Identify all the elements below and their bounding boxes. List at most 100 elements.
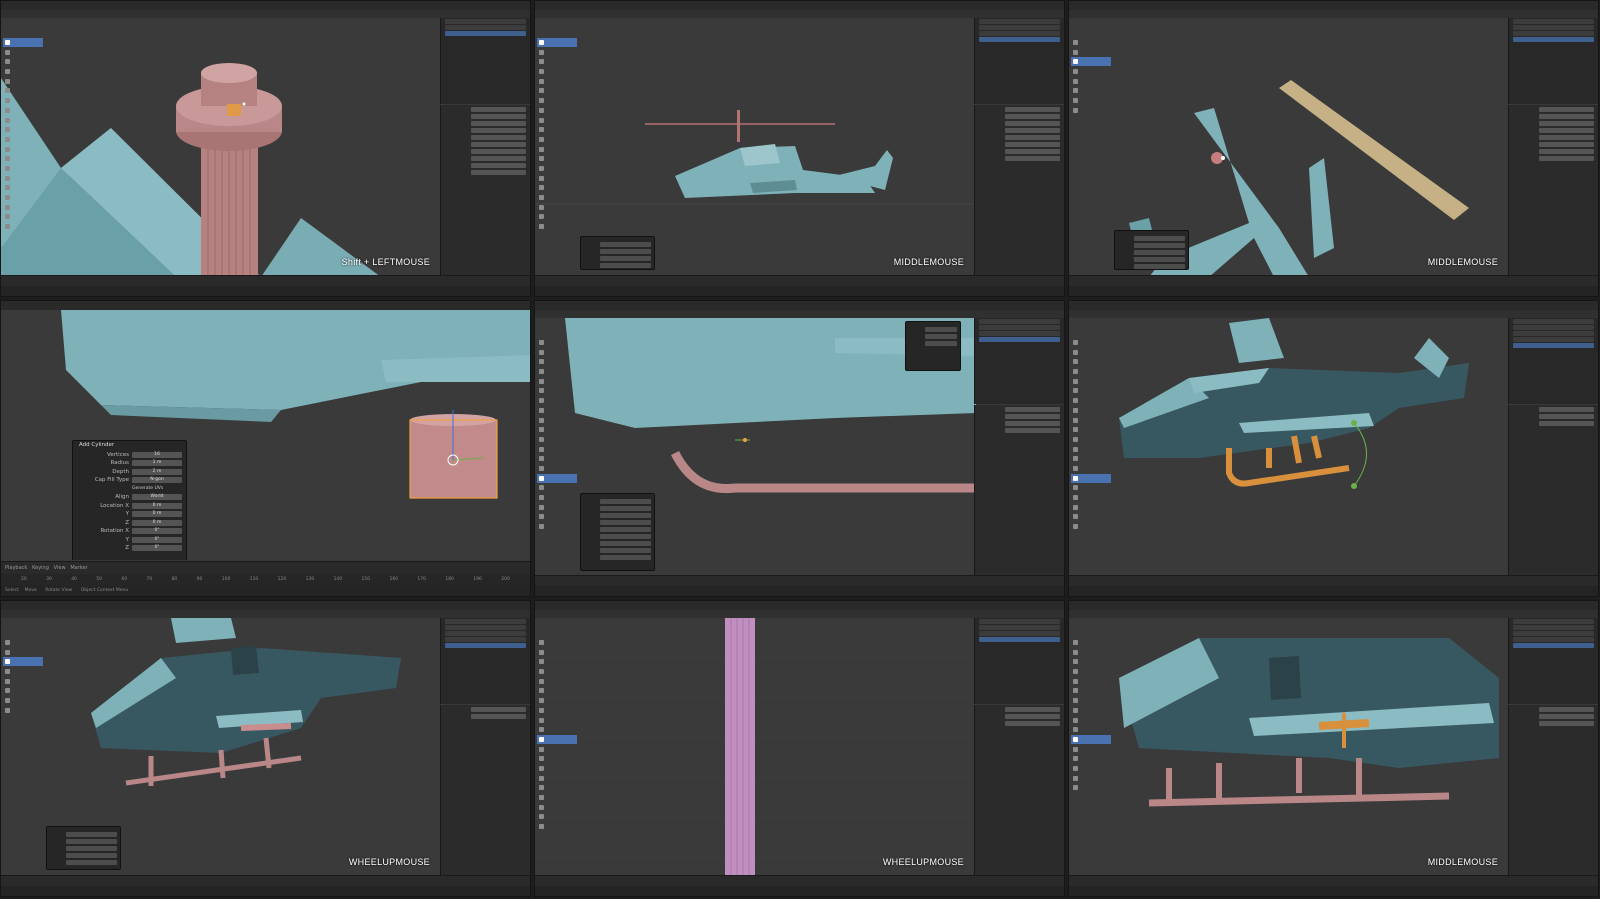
param-row[interactable]: Rotation X 0° (77, 527, 182, 535)
tool-spin[interactable] (1071, 774, 1111, 783)
properties-panel[interactable] (440, 705, 530, 877)
tool-measure[interactable] (1071, 706, 1111, 715)
tool-loop-cut[interactable] (3, 145, 43, 154)
tool-loop-cut[interactable] (537, 145, 577, 154)
3d-viewport[interactable] (535, 18, 976, 277)
tool-select-box[interactable] (1071, 638, 1111, 647)
param-row[interactable]: Align World (77, 493, 182, 501)
outliner-row[interactable] (445, 25, 526, 30)
tool-transform[interactable] (3, 686, 43, 695)
outliner-row[interactable] (1513, 619, 1594, 624)
outliner-row[interactable] (1513, 337, 1594, 342)
tool-shear[interactable] (537, 212, 577, 221)
menu-bar[interactable] (535, 1, 1064, 10)
outliner-row-selected[interactable] (979, 337, 1060, 342)
outliner-row[interactable] (979, 31, 1060, 36)
timeline-menu-playback[interactable]: Playback (5, 565, 27, 571)
tool-rip[interactable] (537, 222, 577, 231)
tool-annotate[interactable] (537, 396, 577, 405)
outliner[interactable] (974, 318, 1064, 404)
tool-poly-build[interactable] (1071, 764, 1111, 773)
param-row[interactable]: Generate UVs (77, 485, 182, 493)
tool-smooth[interactable] (3, 183, 43, 192)
tool-move[interactable] (3, 657, 43, 667)
operator-panel[interactable] (580, 493, 655, 571)
3d-viewport[interactable]: Add Cylinder Vertices 16 Radius 1 m Depth 2… (1, 310, 530, 560)
tool-cursor[interactable] (537, 648, 577, 657)
tool-rip[interactable] (537, 822, 577, 831)
properties-panel[interactable] (440, 105, 530, 277)
tool-extrude[interactable] (1071, 716, 1111, 725)
viewport-header[interactable] (1, 301, 530, 310)
tool-measure[interactable] (537, 406, 577, 415)
outliner-row[interactable] (979, 619, 1060, 624)
tool-edge-slide[interactable] (537, 193, 577, 202)
menu-bar[interactable] (1, 1, 530, 10)
param-dropdown[interactable]: N-gon (132, 477, 182, 483)
tool-transform[interactable] (3, 86, 43, 95)
param-field[interactable]: 0° (132, 536, 182, 543)
outliner-row-selected[interactable] (979, 637, 1060, 642)
tool-smooth[interactable] (537, 483, 577, 492)
timeline[interactable] (1069, 275, 1598, 286)
tool-shrink[interactable] (537, 803, 577, 812)
3d-viewport[interactable] (1069, 318, 1510, 577)
tool-smooth[interactable] (537, 783, 577, 792)
tool-rotate[interactable] (3, 67, 43, 76)
tool-move[interactable] (1071, 657, 1111, 666)
tool-annotate[interactable] (1071, 696, 1111, 705)
3d-viewport[interactable] (535, 318, 976, 577)
param-dropdown[interactable]: World (132, 494, 182, 500)
outliner-row[interactable] (1513, 625, 1594, 630)
tool-move[interactable] (3, 57, 43, 66)
tool-rip[interactable] (3, 222, 43, 231)
outliner-row-selected[interactable] (1513, 643, 1594, 648)
tool-shear[interactable] (537, 812, 577, 821)
operator-panel[interactable] (580, 236, 655, 270)
tool-extrude[interactable] (3, 116, 43, 125)
3d-viewport[interactable] (535, 618, 976, 877)
tool-poly-build[interactable] (1071, 464, 1111, 473)
outliner-row-selected[interactable] (979, 37, 1060, 42)
tool-cursor[interactable] (1071, 348, 1111, 357)
tool-annotate[interactable] (537, 96, 577, 105)
tool-annotate[interactable] (3, 96, 43, 105)
outliner-row-selected[interactable] (1513, 37, 1594, 42)
outliner-row[interactable] (445, 625, 526, 630)
viewport-header[interactable] (1, 10, 530, 18)
tool-move[interactable] (537, 657, 577, 666)
tool-annotate[interactable] (537, 696, 577, 705)
outliner-row[interactable] (979, 319, 1060, 324)
outliner[interactable] (440, 618, 530, 704)
tool-shrink[interactable] (537, 503, 577, 512)
tool-extrude[interactable] (537, 716, 577, 725)
tool-move[interactable] (1071, 57, 1111, 67)
tool-spin[interactable] (3, 174, 43, 183)
outliner-row-selected[interactable] (445, 643, 526, 648)
tool-cursor[interactable] (1071, 648, 1111, 657)
tool-annotate[interactable] (3, 696, 43, 705)
tool-poly-build[interactable] (537, 764, 577, 773)
outliner[interactable] (1508, 318, 1598, 404)
tool-loop-cut[interactable] (1071, 445, 1111, 454)
param-row[interactable]: Radius 1 m (77, 459, 182, 467)
param-row[interactable]: Z 0° (77, 544, 182, 552)
tool-select-box[interactable] (537, 638, 577, 647)
tool-measure[interactable] (1071, 106, 1111, 115)
operator-panel[interactable] (1114, 230, 1189, 270)
param-row[interactable]: Vertices 16 (77, 451, 182, 459)
outliner-row[interactable] (1513, 19, 1594, 24)
tool-poly-build[interactable] (3, 164, 43, 173)
tool-rotate[interactable] (537, 67, 577, 76)
tool-smooth[interactable] (537, 183, 577, 192)
outliner-row[interactable] (979, 19, 1060, 24)
outliner-row[interactable] (979, 631, 1060, 636)
properties-panel[interactable] (1508, 705, 1598, 877)
tool-select-box[interactable] (3, 638, 43, 647)
tool-inset[interactable] (3, 125, 43, 134)
tool-inset[interactable] (537, 125, 577, 134)
tool-transform[interactable] (1071, 686, 1111, 695)
tool-move[interactable] (1071, 357, 1111, 366)
outliner-row[interactable] (1513, 325, 1594, 330)
tool-select-box[interactable] (537, 38, 577, 47)
